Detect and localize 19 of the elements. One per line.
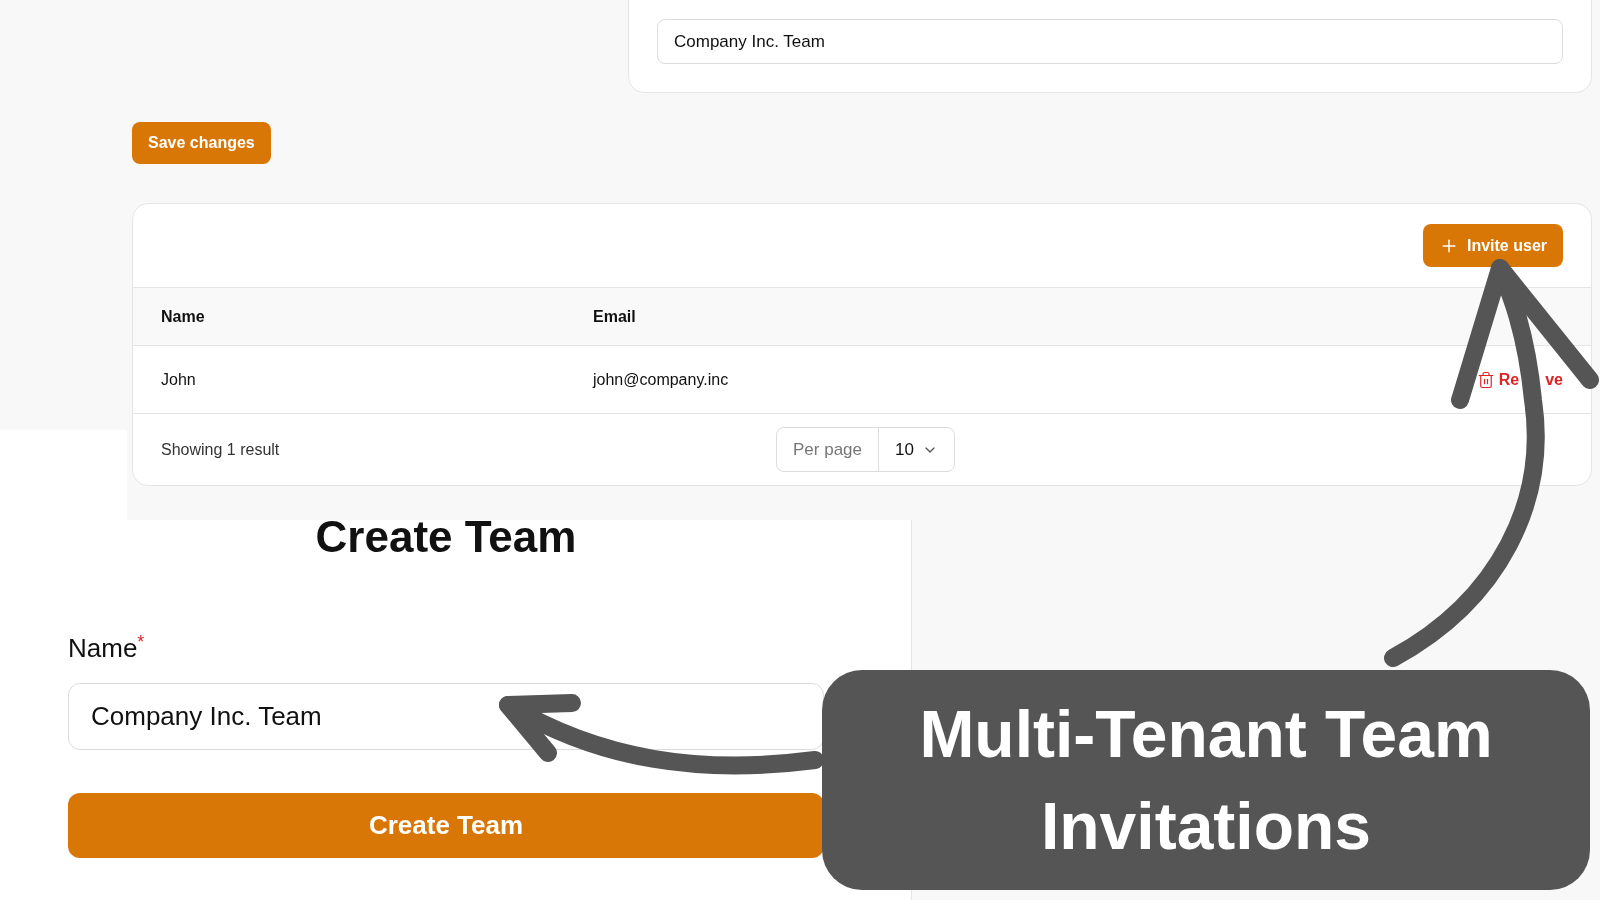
invite-user-button[interactable]: Invite user bbox=[1422, 224, 1563, 267]
column-header: Name bbox=[161, 306, 206, 327]
save-changes-button[interactable]: Save changes bbox=[132, 122, 271, 164]
table-cell-text: John bbox=[161, 369, 197, 390]
create-team-button[interactable]: Create Team bbox=[68, 793, 824, 858]
table-cell-text: john@company.inc bbox=[593, 369, 730, 390]
per-page-label: Per page bbox=[777, 428, 879, 471]
field-label: Name bbox=[68, 632, 138, 665]
required-mark: * bbox=[137, 631, 145, 652]
results-summary: Showing 1 result bbox=[161, 439, 281, 460]
remove-text-fragment: ve bbox=[1545, 369, 1563, 390]
per-page-select[interactable]: Per page 10 bbox=[776, 427, 955, 472]
form-title: Create Team bbox=[315, 515, 577, 559]
column-header: Email bbox=[593, 306, 636, 327]
caption-text: Multi-Tenant Team Invitations bbox=[918, 695, 1494, 865]
team-name-input[interactable]: Company Inc. Team bbox=[68, 683, 824, 750]
per-page-value: 10 bbox=[894, 438, 915, 461]
remove-button[interactable]: Re bbox=[1476, 367, 1520, 392]
name-input[interactable]: Company Inc. Team bbox=[657, 19, 1563, 64]
